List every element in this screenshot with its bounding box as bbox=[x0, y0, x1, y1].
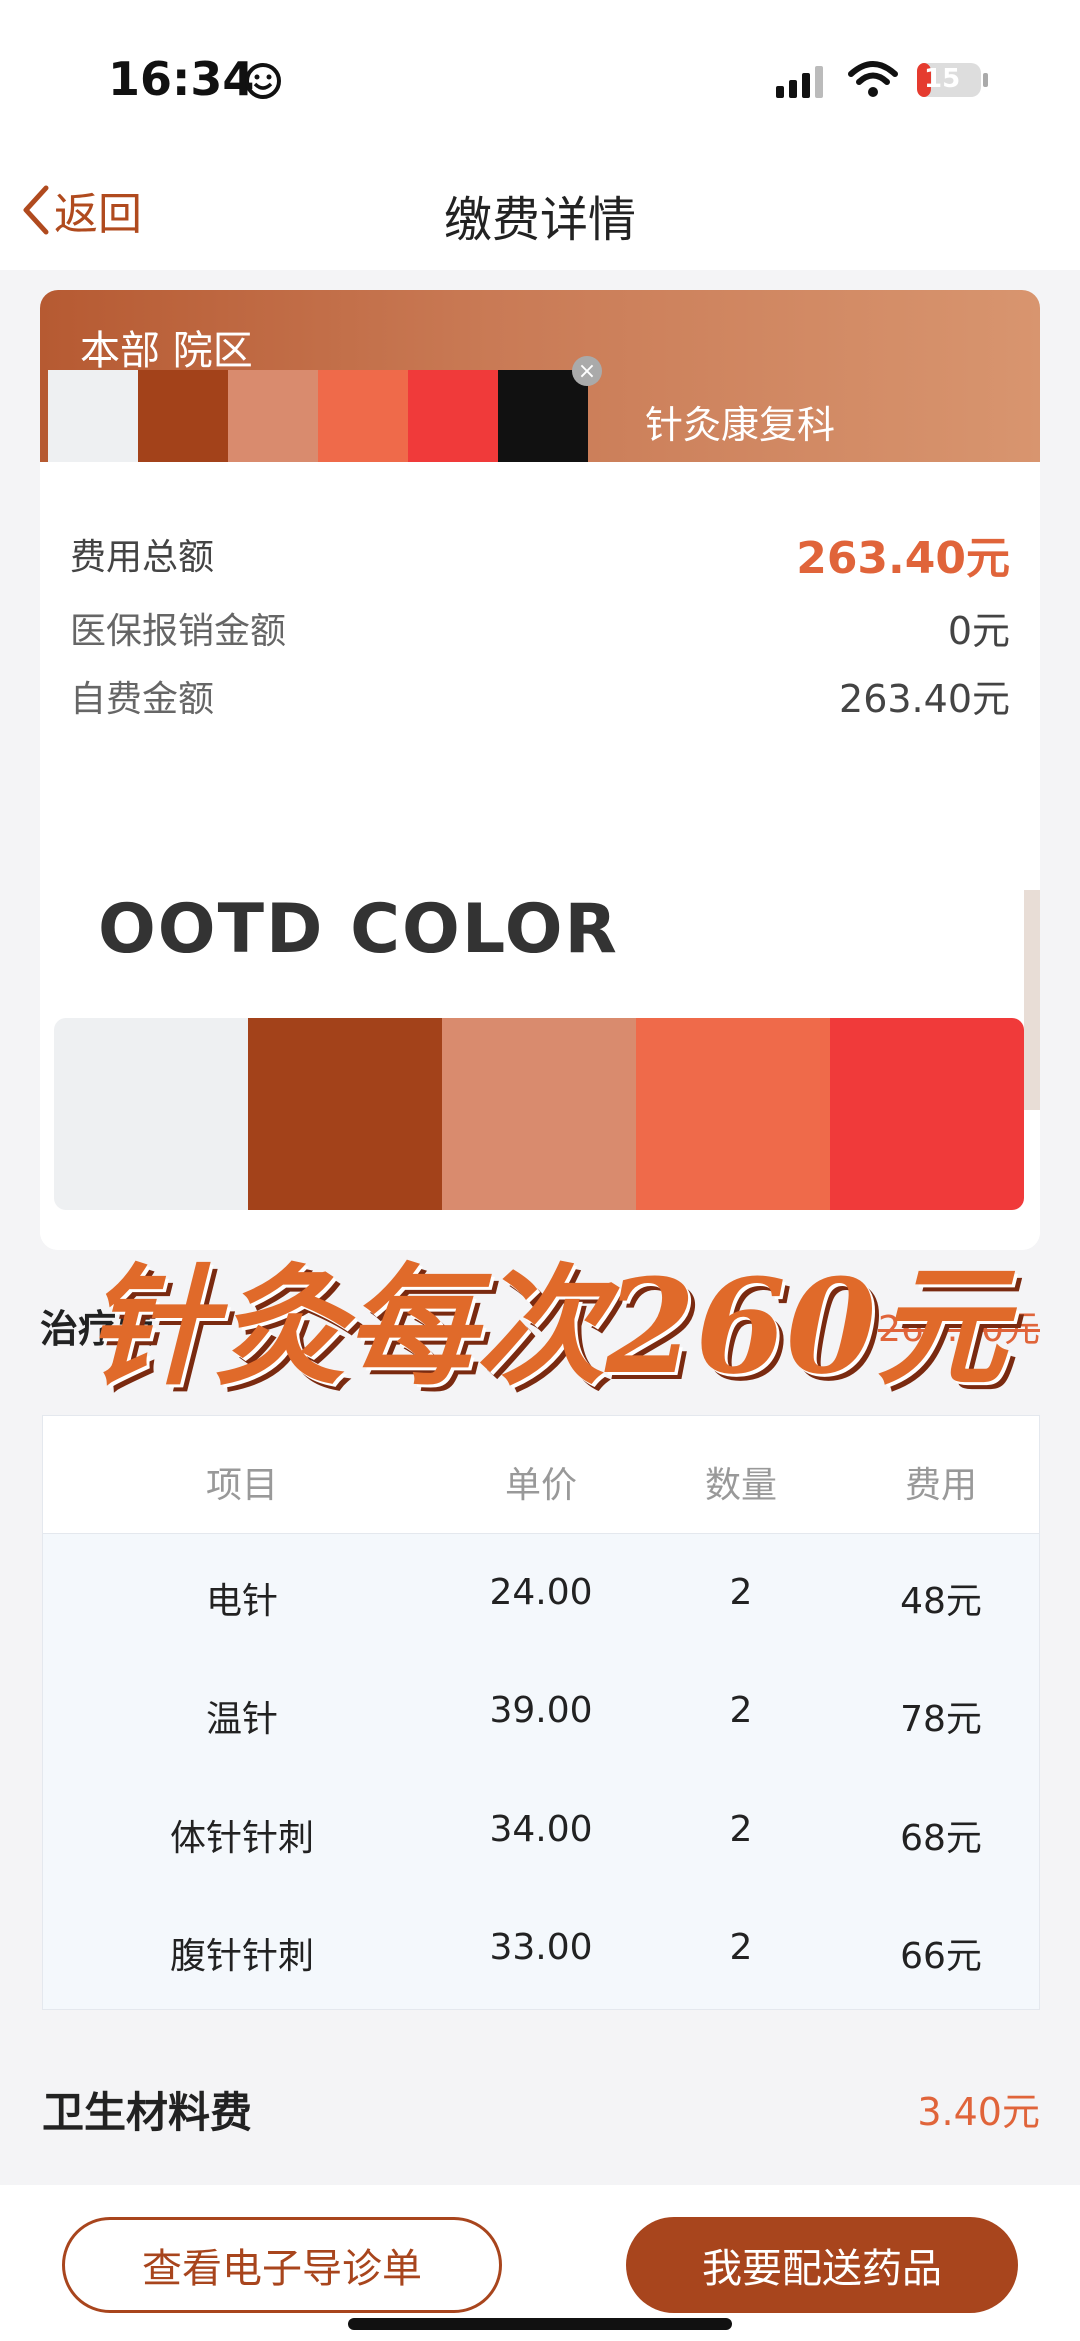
signal-icon bbox=[776, 66, 823, 98]
ootd-swatch bbox=[248, 1018, 442, 1210]
deliver-medicine-button[interactable]: 我要配送药品 bbox=[626, 2217, 1018, 2313]
status-bar: 16:34 15 bbox=[0, 0, 1080, 150]
header-swatch bbox=[228, 370, 318, 462]
row-price: 39.00 bbox=[489, 1690, 593, 1731]
row-price: 24.00 bbox=[489, 1572, 593, 1613]
row-cost: 66元 bbox=[900, 1936, 982, 1977]
row-qty: 2 bbox=[729, 1809, 753, 1850]
department-label: 针灸康复科 bbox=[645, 403, 836, 447]
row-item: 腹针针刺 bbox=[169, 1936, 314, 1977]
card-header: 本部 院区 × 针灸康复科 bbox=[40, 290, 1040, 462]
self-pay-row: 自费金额 263.40元 bbox=[70, 668, 1010, 723]
nav-bar: 返回 缴费详情 bbox=[0, 150, 1080, 270]
row-cost: 48元 bbox=[900, 1581, 982, 1622]
row-item: 体针针刺 bbox=[169, 1818, 314, 1859]
material-fee-row: 卫生材料费 3.40元 bbox=[42, 2075, 1040, 2145]
insurance-value: 0元 bbox=[947, 609, 1010, 653]
home-indicator[interactable] bbox=[348, 2318, 732, 2330]
wifi-icon bbox=[848, 61, 898, 97]
header-swatch bbox=[408, 370, 498, 462]
table-header: 项目 单价 数量 费用 bbox=[43, 1416, 1039, 1534]
campus-label: 本部 院区 bbox=[80, 328, 253, 374]
status-time: 16:34 bbox=[108, 52, 255, 106]
fee-table: 项目 单价 数量 费用 电针 24.00 2 48元 温针 39.00 2 78… bbox=[42, 1415, 1040, 2010]
header-swatch-row bbox=[48, 370, 588, 462]
close-icon[interactable]: × bbox=[572, 356, 602, 386]
header-swatch bbox=[498, 370, 588, 462]
panel-edge bbox=[1024, 890, 1040, 1110]
view-guide-button[interactable]: 查看电子导诊单 bbox=[62, 2217, 502, 2313]
header-price: 单价 bbox=[504, 1465, 577, 1506]
row-cost: 78元 bbox=[900, 1699, 982, 1740]
payment-card: 本部 院区 × 针灸康复科 费用总额 263.40元 医保报销金额 0元 自费金… bbox=[40, 290, 1040, 1250]
battery-charging-icon: 15 bbox=[916, 60, 990, 100]
material-fee-value: 3.40元 bbox=[917, 2090, 1040, 2134]
ootd-title: OOTD COLOR bbox=[98, 890, 619, 969]
ootd-color-panel: OOTD COLOR bbox=[40, 790, 1040, 1250]
self-pay-value: 263.40元 bbox=[839, 677, 1010, 721]
insurance-row: 医保报销金额 0元 bbox=[70, 600, 1010, 655]
row-cost: 68元 bbox=[900, 1818, 982, 1859]
promo-overlay-text: 针灸每次260元 bbox=[85, 1250, 1007, 1403]
row-price: 34.00 bbox=[489, 1809, 593, 1850]
header-cost: 费用 bbox=[904, 1465, 977, 1506]
ootd-swatch bbox=[636, 1018, 830, 1210]
page-title: 缴费详情 bbox=[443, 192, 636, 248]
material-fee-label: 卫生材料费 bbox=[42, 2088, 253, 2137]
smile-icon bbox=[245, 63, 281, 99]
row-item: 电针 bbox=[205, 1581, 278, 1622]
ootd-swatch bbox=[54, 1018, 248, 1210]
ootd-swatch-row bbox=[54, 1018, 1024, 1210]
self-pay-label: 自费金额 bbox=[70, 678, 215, 720]
total-value: 263.40元 bbox=[796, 533, 1010, 584]
ootd-swatch bbox=[442, 1018, 636, 1210]
row-price: 33.00 bbox=[489, 1927, 593, 1968]
row-qty: 2 bbox=[729, 1572, 753, 1613]
header-swatch bbox=[318, 370, 408, 462]
row-qty: 2 bbox=[729, 1927, 753, 1968]
header-swatch bbox=[48, 370, 138, 462]
header-swatch bbox=[138, 370, 228, 462]
header-qty: 数量 bbox=[704, 1465, 777, 1506]
total-row: 费用总额 263.40元 bbox=[70, 522, 1010, 586]
ootd-swatch bbox=[830, 1018, 1024, 1210]
battery-level: 15 bbox=[924, 64, 961, 94]
header-item: 项目 bbox=[205, 1465, 278, 1506]
insurance-label: 医保报销金额 bbox=[70, 610, 287, 652]
row-item: 温针 bbox=[205, 1699, 278, 1740]
total-label: 费用总额 bbox=[70, 537, 215, 578]
row-qty: 2 bbox=[729, 1690, 753, 1731]
